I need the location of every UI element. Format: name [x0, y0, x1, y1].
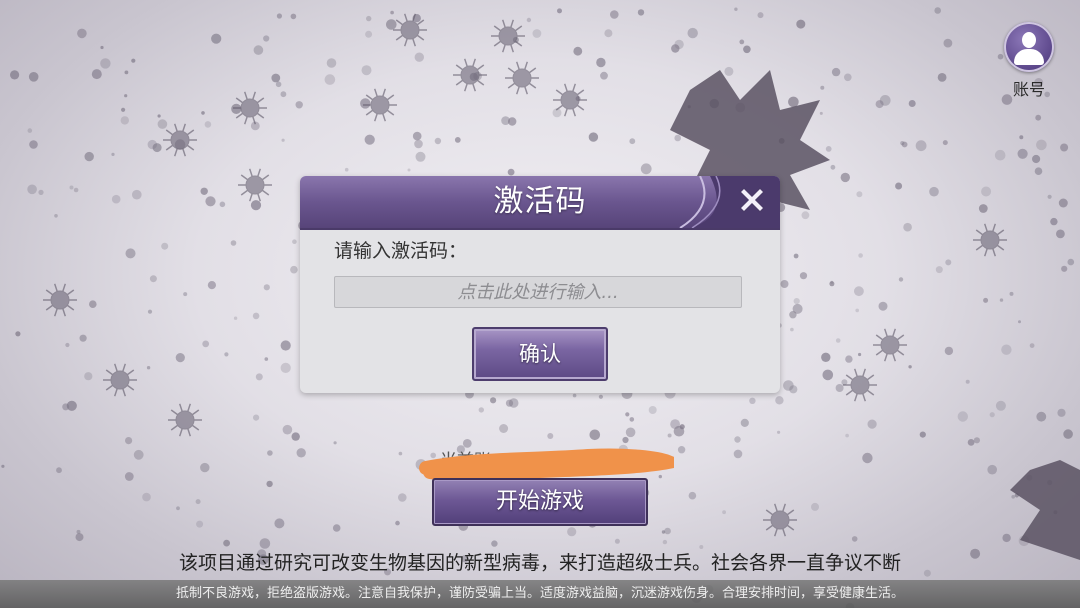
- activation-code-prompt: 请输入激活码：: [334, 240, 468, 262]
- activation-code-dialog: 激活码 请输入激活码： 确认: [300, 176, 780, 393]
- start-game-button[interactable]: 开始游戏: [432, 478, 648, 526]
- health-notice-bar: 抵制不良游戏，拒绝盗版游戏。注意自我保护，谨防受骗上当。适度游戏益脑，沉迷游戏伤…: [0, 580, 1080, 608]
- health-notice-text: 抵制不良游戏，拒绝盗版游戏。注意自我保护，谨防受骗上当。适度游戏益脑，沉迷游戏伤…: [175, 586, 904, 601]
- user-icon[interactable]: [1004, 22, 1054, 72]
- account-label: 账号: [1012, 80, 1045, 99]
- close-icon[interactable]: [732, 180, 772, 220]
- account-button[interactable]: 账号: [1000, 22, 1058, 100]
- story-text: 该项目通过研究可改变生物基因的新型病毒，来打造超级士兵。社会各界一直争议不断: [178, 552, 901, 574]
- activation-code-input[interactable]: [334, 276, 742, 308]
- dialog-title: 激活码: [493, 184, 587, 219]
- redaction-scribble: [419, 448, 674, 480]
- confirm-button[interactable]: 确认: [472, 327, 608, 381]
